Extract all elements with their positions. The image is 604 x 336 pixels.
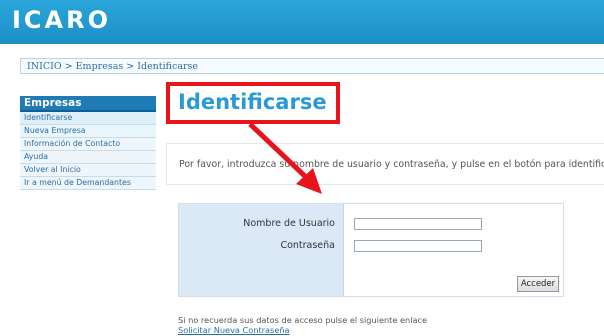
password-field[interactable]: [354, 240, 482, 252]
sidebar-title: Empresas: [20, 96, 156, 112]
username-field[interactable]: [354, 218, 482, 230]
sidebar-item-contacto[interactable]: Información de Contacto: [20, 138, 156, 151]
breadcrumb[interactable]: INICIO > Empresas > Identificarse: [20, 58, 604, 74]
acceder-button[interactable]: Acceder: [517, 276, 559, 292]
sidebar-item-ayuda[interactable]: Ayuda: [20, 151, 156, 164]
annotation-highlight-box: [166, 82, 340, 124]
sidebar: Empresas Identificarse Nueva Empresa Inf…: [20, 96, 156, 190]
username-label: Nombre de Usuario: [243, 218, 335, 229]
reset-password-link[interactable]: Solicitar Nueva Contraseña: [178, 325, 290, 335]
sidebar-item-nueva-empresa[interactable]: Nueva Empresa: [20, 125, 156, 138]
sidebar-item-identificarse[interactable]: Identificarse: [20, 112, 156, 125]
login-form: Nombre de Usuario Contraseña Acceder: [178, 203, 564, 297]
login-instructions: Por favor, introduzca su nombre de usuar…: [166, 143, 604, 185]
site-logo[interactable]: ICARO: [12, 6, 111, 34]
sidebar-item-demandantes[interactable]: Ir a menú de Demandantes: [20, 177, 156, 190]
login-labels-panel: Nombre de Usuario Contraseña: [179, 204, 344, 296]
site-header: ICARO: [0, 0, 604, 44]
sidebar-item-volver-inicio[interactable]: Volver al Inicio: [20, 164, 156, 177]
forgot-credentials-text: Si no recuerda sus datos de acceso pulse…: [178, 315, 428, 325]
password-label: Contraseña: [280, 240, 335, 251]
